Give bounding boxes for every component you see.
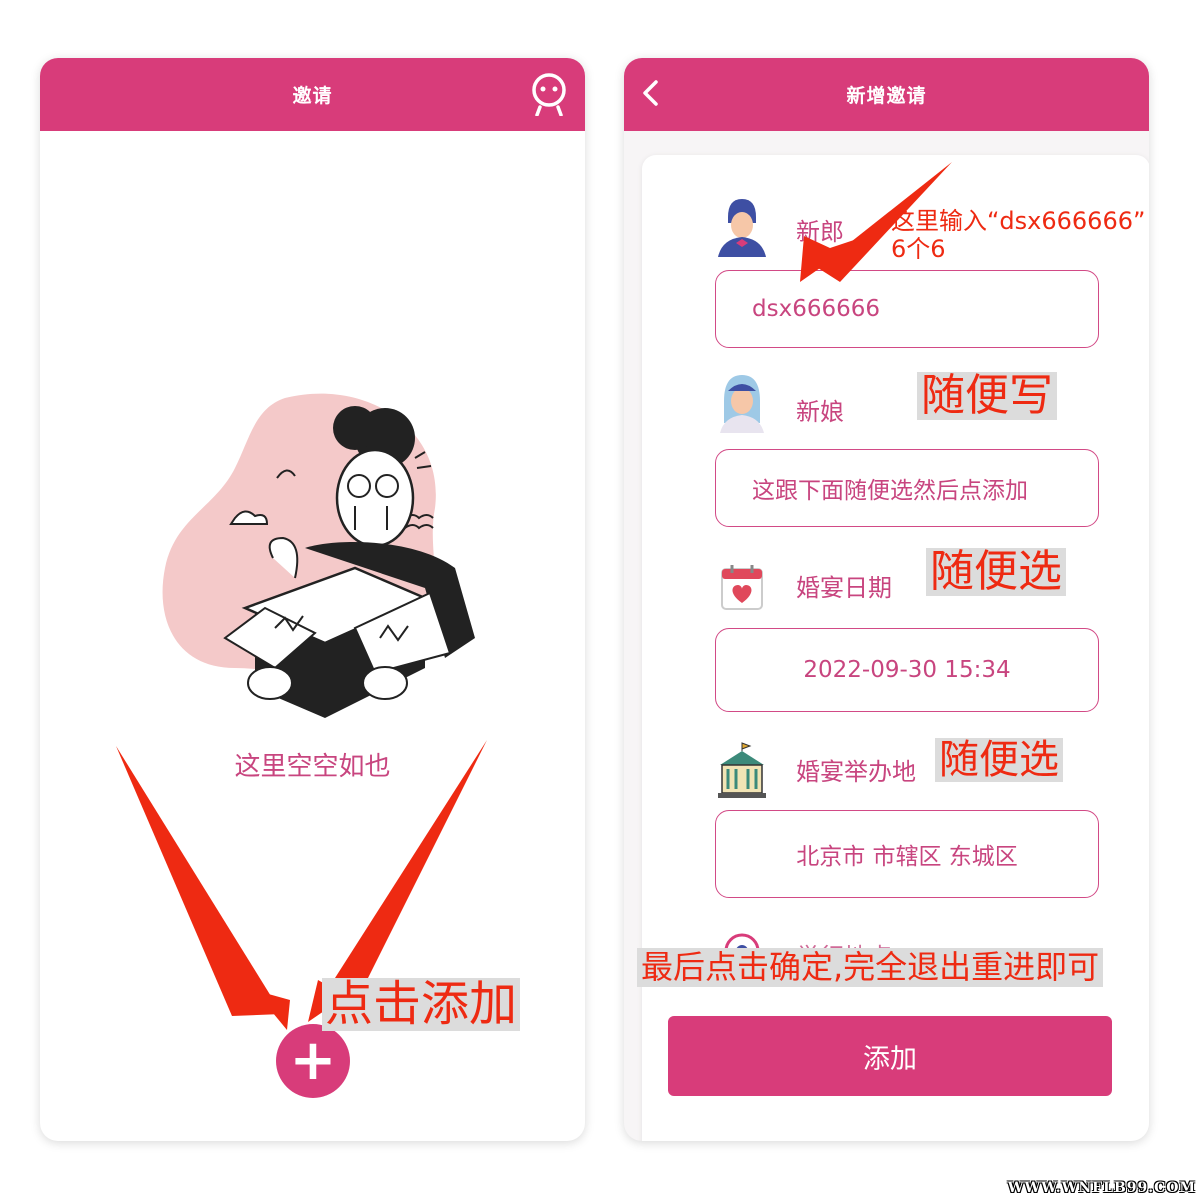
watermark: WWW.WNFLB99.COM bbox=[1007, 1180, 1196, 1196]
annotation-groom-hint: 这里输入“dsx666666” 6个6 bbox=[891, 207, 1146, 263]
annotation-groom-hint-line1: 这里输入“dsx666666” bbox=[891, 207, 1146, 235]
annotation-arrows bbox=[116, 162, 952, 1030]
arrow-left-2 bbox=[312, 740, 487, 1014]
annotation-venue-hint: 随便选 bbox=[935, 738, 1063, 782]
arrow-left-1 bbox=[116, 746, 282, 1016]
annotation-final-hint: 最后点击确定,完全退出重进即可 bbox=[637, 948, 1104, 988]
annotation-groom-hint-line2: 6个6 bbox=[891, 234, 946, 263]
annotation-bride-hint: 随便写 bbox=[917, 371, 1057, 421]
annotation-click-add: 点击添加 bbox=[322, 978, 521, 1031]
annotation-date-hint: 随便选 bbox=[926, 547, 1066, 597]
